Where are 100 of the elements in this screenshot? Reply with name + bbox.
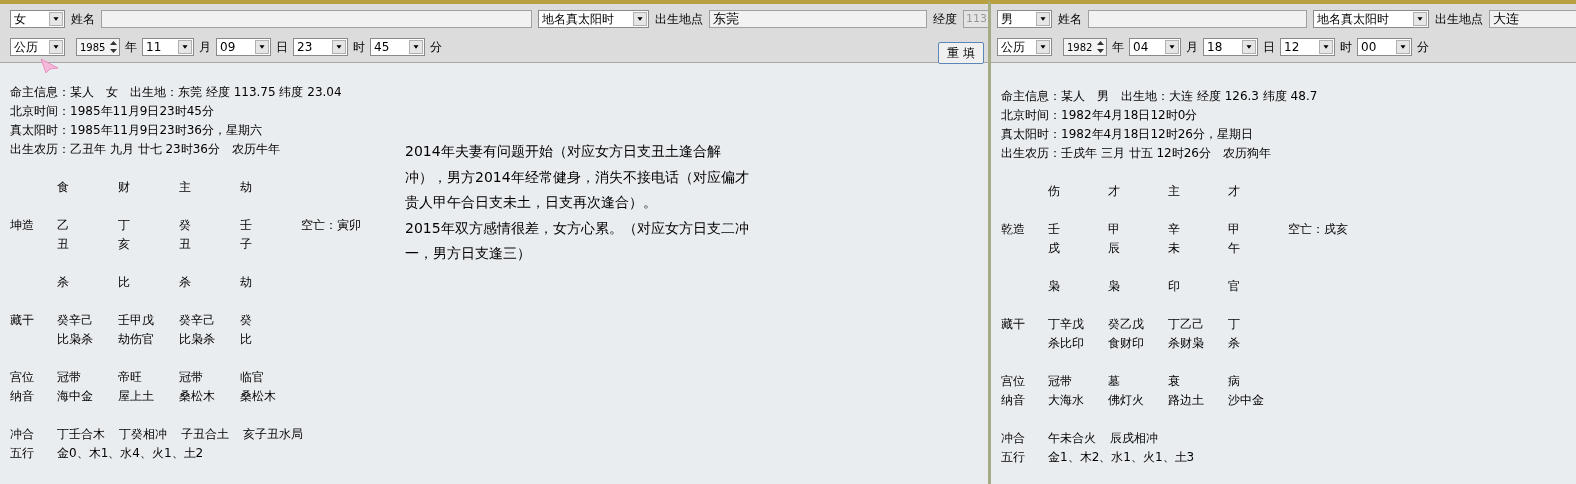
chart-cell-text: 杀财枭	[1168, 335, 1205, 352]
chart-cell-text: 杀	[1228, 335, 1241, 352]
minute-label: 分	[1417, 38, 1429, 56]
birthplace-label: 出生地点	[1435, 10, 1483, 28]
chart-cell-text: 丑	[57, 236, 70, 253]
chart-cell-text: 癸	[179, 217, 192, 234]
chart-cell-text: 子	[240, 236, 253, 253]
info-line: 北京时间：1982年4月18日12时0分	[1001, 107, 1199, 124]
chart-cell-text: 金1、木2、水1、火1、土3	[1048, 449, 1195, 466]
chart-cell-text: 佛灯火	[1108, 392, 1145, 409]
chart-cell-text: 冠带	[179, 369, 204, 386]
chart-cell-text: 癸乙戊	[1108, 316, 1145, 333]
chart-cell-text: 癸	[240, 312, 253, 329]
chart-cell-text: 食财印	[1108, 335, 1145, 352]
info-line: 北京时间：1985年11月9日23时45分	[10, 103, 215, 120]
chart-cell-text: 大海水	[1048, 392, 1085, 409]
year-label: 年	[1112, 38, 1124, 56]
void-branches: 空亡：戌亥	[1288, 221, 1349, 238]
chart-cell-text: 辰	[1108, 240, 1121, 257]
chart-cell-text: 临官	[240, 369, 265, 386]
chart-cell-text: 乙	[57, 217, 70, 234]
info-line: 出生农历：乙丑年 九月 廿七 23时36分 农历牛年	[10, 141, 281, 158]
chart-cell-text: 子丑合土	[181, 426, 229, 443]
row-label: 纳音	[1001, 392, 1026, 409]
chart-cell-text: 亥子丑水局	[243, 426, 303, 443]
year-label: 年	[125, 38, 137, 56]
row-label: 冲合	[1001, 430, 1026, 447]
chart-cell-text: 丁	[118, 217, 131, 234]
chart-cell-text: 路边土	[1168, 392, 1205, 409]
row-label: 冲合	[10, 426, 35, 443]
row-label: 藏干	[10, 312, 35, 329]
chart-cell-text: 病	[1228, 373, 1241, 390]
birthplace-label: 出生地点	[655, 10, 703, 28]
chart-cell-text: 劫	[240, 274, 253, 291]
info-line: 真太阳时：1982年4月18日12时26分，星期日	[1001, 126, 1254, 143]
chart-cell-text: 金0、木1、水4、火1、土2	[57, 445, 204, 462]
chart-cell-text: 墓	[1108, 373, 1121, 390]
chart-cell-text: 癸辛己	[57, 312, 94, 329]
month-label: 月	[1186, 38, 1198, 56]
chart-cell-text: 官	[1228, 278, 1241, 295]
chart-cell-text: 枭	[1108, 278, 1121, 295]
chart-cell-text: 劫	[240, 179, 253, 196]
chart-cell-text: 沙中金	[1228, 392, 1265, 409]
chart-cell-text: 冠带	[57, 369, 82, 386]
chart-cell-text: 丁癸相冲	[119, 426, 167, 443]
chart-cell-text: 财	[118, 179, 131, 196]
row-label: 藏干	[1001, 316, 1026, 333]
hour-label: 时	[353, 38, 365, 56]
chart-cell-text: 桑松木	[179, 388, 216, 405]
day-label: 日	[1263, 38, 1275, 56]
void-branches: 空亡：寅卯	[301, 217, 362, 234]
chart-cell-text: 食	[57, 179, 70, 196]
chart-cell-text: 主	[179, 179, 192, 196]
minute-label: 分	[430, 38, 442, 56]
info-line: 命主信息：某人 男 出生地：大连 经度 126.3 纬度 48.7	[1001, 88, 1319, 105]
month-label: 月	[199, 38, 211, 56]
row-label: 宫位	[10, 369, 35, 386]
chart-cell-text: 壬	[240, 217, 253, 234]
day-label: 日	[276, 38, 288, 56]
chart-cell-text: 才	[1228, 183, 1241, 200]
note-paragraph: 2015年双方感情很差，女方心累。（对应女方日支二冲一，男方日支逢三）	[405, 218, 750, 264]
info-line: 命主信息：某人 女 出生地：东莞 经度 113.75 纬度 23.04	[10, 84, 343, 101]
chart-cell-text: 伤	[1048, 183, 1061, 200]
chart-cell-text: 亥	[118, 236, 131, 253]
row-label: 乾造	[1001, 221, 1026, 238]
chart-cell-text: 冠带	[1048, 373, 1073, 390]
chart-cell-text: 才	[1108, 183, 1121, 200]
chart-cell-text: 午未合火	[1048, 430, 1096, 447]
note-paragraph: 2014年夫妻有问题开始（对应女方日支丑土逢合解冲），男方2014年经常健身，消失不接电话（对应偏才贵人甲午合日支未土，日支再次逢合）。	[405, 142, 750, 213]
chart-cell-text: 桑松木	[240, 388, 277, 405]
chart-cell-text: 枭	[1048, 278, 1061, 295]
chart-cell-text: 丑	[179, 236, 192, 253]
chart-cell-text: 未	[1168, 240, 1181, 257]
chart-cell-text: 比	[118, 274, 131, 291]
chart-cell-text: 劫伤官	[118, 331, 155, 348]
chart-cell-text: 屋上土	[118, 388, 155, 405]
chart-cell-text: 帝旺	[118, 369, 143, 386]
chart-cell-text: 丁辛戊	[1048, 316, 1085, 333]
chart-cell-text: 丁乙己	[1168, 316, 1205, 333]
row-label: 纳音	[10, 388, 35, 405]
hour-label: 时	[1340, 38, 1352, 56]
chart-cell-text: 辰戌相冲	[1110, 430, 1158, 447]
name-label: 姓名	[71, 10, 95, 28]
row-label: 宫位	[1001, 373, 1026, 390]
chart-cell-text: 戌	[1048, 240, 1061, 257]
chart-cell-text: 壬	[1048, 221, 1061, 238]
chart-cell-text: 甲	[1108, 221, 1121, 238]
chart-cell-text: 辛	[1168, 221, 1181, 238]
row-label: 五行	[10, 445, 35, 462]
chart-cell-text: 甲	[1228, 221, 1241, 238]
chart-cell-text: 比枭杀	[179, 331, 216, 348]
chart-cell-text: 印	[1168, 278, 1181, 295]
chart-cell-text: 杀比印	[1048, 335, 1085, 352]
chart-cell-text: 壬甲戊	[118, 312, 155, 329]
name-label: 姓名	[1058, 10, 1082, 28]
chart-cell-text: 比	[240, 331, 253, 348]
row-label: 坤造	[10, 217, 35, 234]
chart-cell-text: 衰	[1168, 373, 1181, 390]
chart-cell-text: 主	[1168, 183, 1181, 200]
chart-cell-text: 杀	[179, 274, 192, 291]
